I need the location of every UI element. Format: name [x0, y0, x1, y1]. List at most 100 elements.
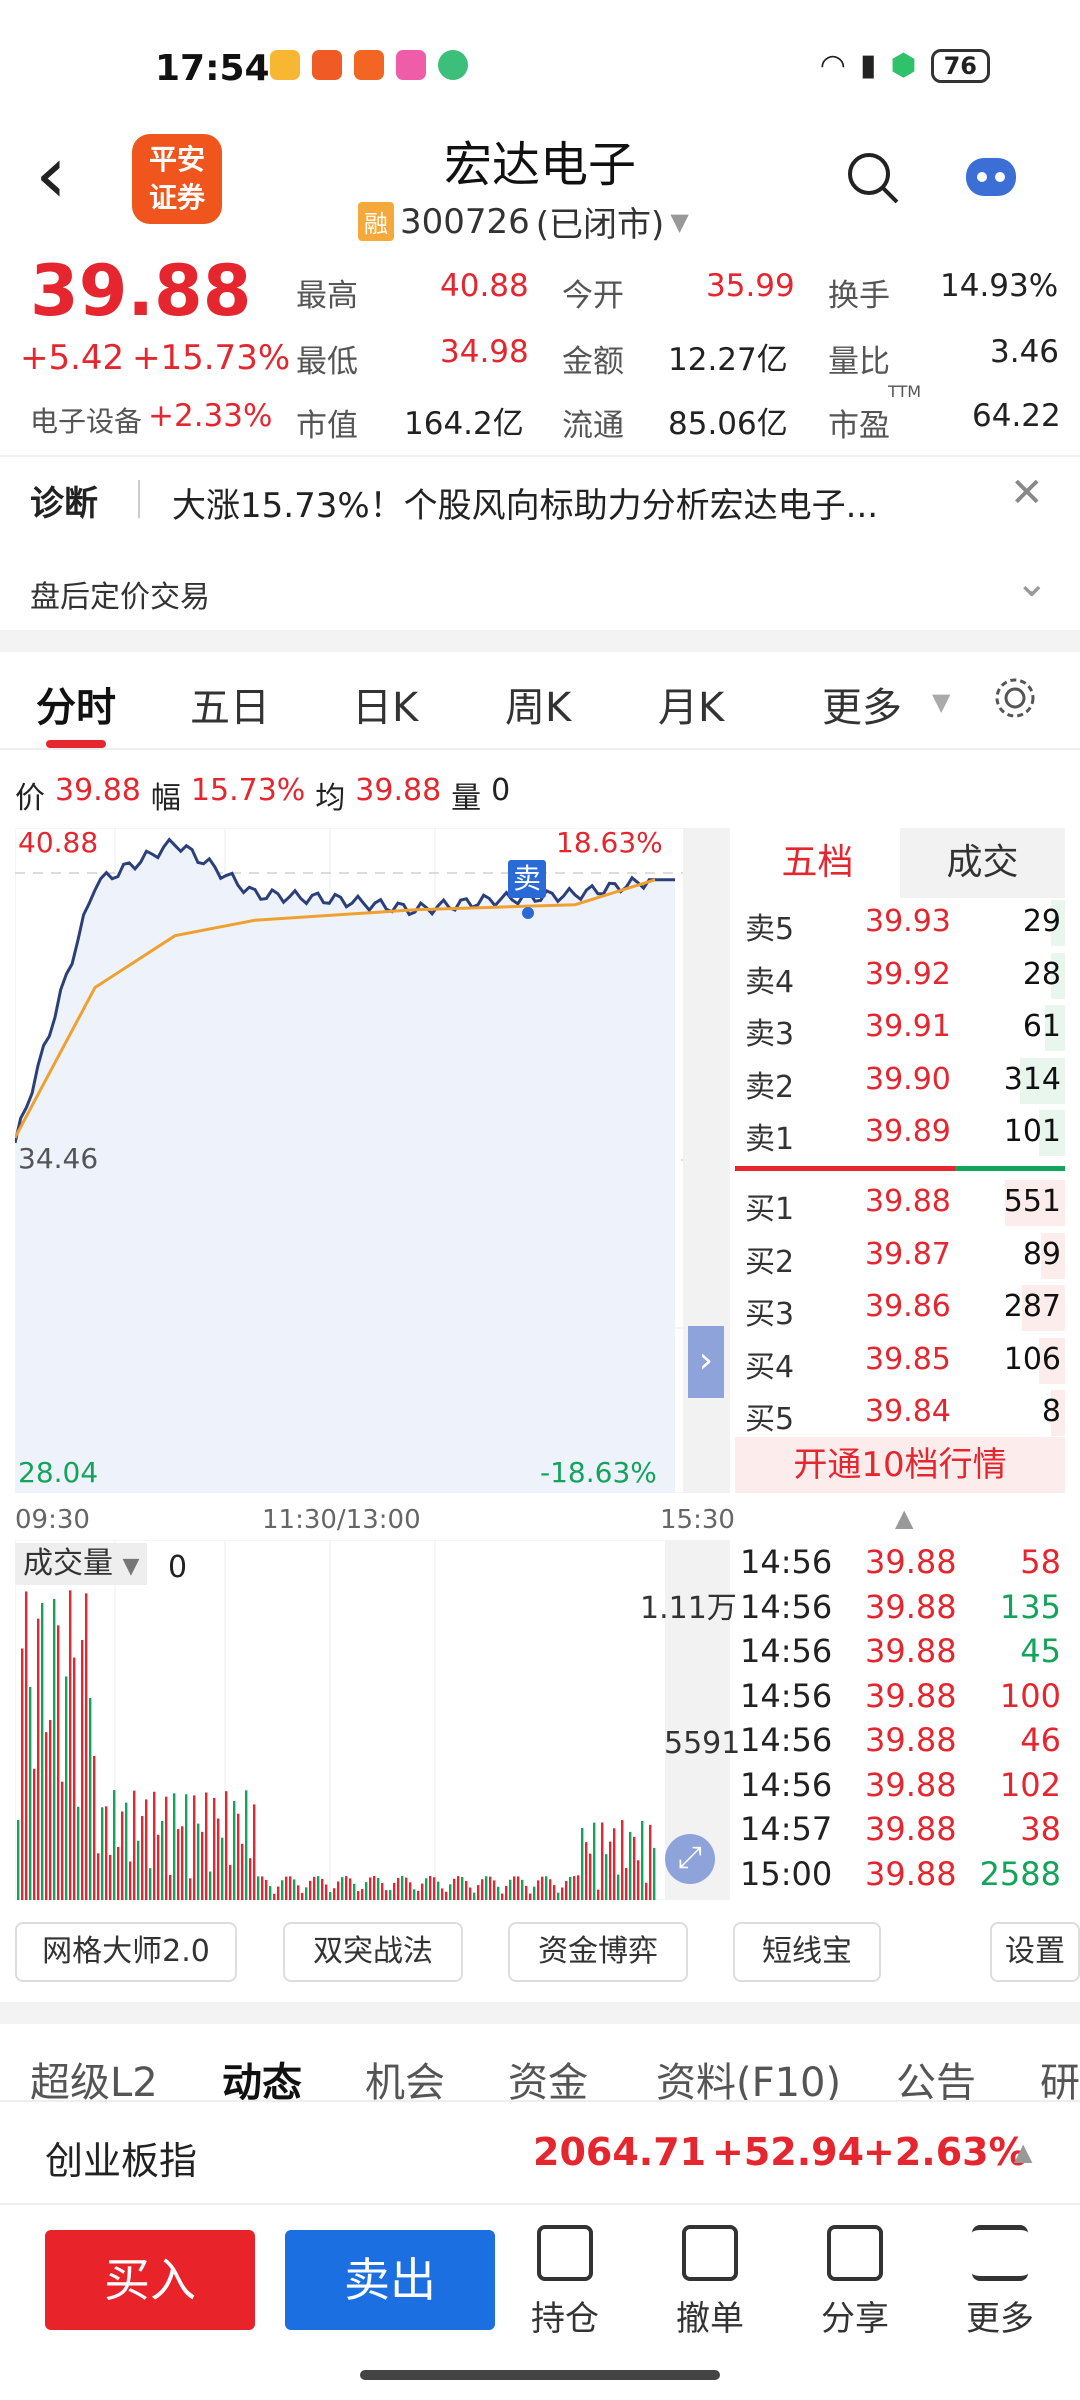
volume-bar [141, 1816, 144, 1900]
tab-five-day[interactable]: 五日 [190, 675, 270, 733]
volume-bar [549, 1879, 552, 1900]
ask-row[interactable]: 卖1 39.89 101 [745, 1108, 1065, 1160]
diagnosis-text[interactable]: 大涨15.73%！个股风向标助力分析宏达电子... [172, 478, 992, 527]
volume-bar [393, 1882, 396, 1900]
buy-button[interactable]: 买入 [45, 2230, 255, 2330]
sell-button[interactable]: 卖出 [285, 2230, 495, 2330]
sector-name[interactable]: 电子设备 [30, 400, 142, 440]
sell-marker[interactable]: 卖 [508, 860, 546, 898]
volume-bar [465, 1880, 468, 1900]
volume-bar [349, 1878, 352, 1900]
app-notification-icon [396, 50, 426, 80]
volume-bar [453, 1878, 456, 1900]
share-button[interactable]: 分享 [805, 2225, 905, 2340]
volume-bar [117, 1846, 120, 1900]
volume-bar [633, 1836, 636, 1900]
search-icon[interactable] [845, 150, 901, 206]
average-value: 39.88 [355, 773, 442, 808]
cancel-order-button[interactable]: 撤单 [660, 2225, 760, 2340]
bid-row[interactable]: 买1 39.88 551 [745, 1178, 1065, 1230]
volume-bar [185, 1794, 188, 1900]
volume-bar [217, 1818, 220, 1900]
chevron-down-icon[interactable]: ⌄ [1015, 560, 1049, 606]
trade-price: 39.88 [865, 1587, 957, 1626]
tool-grid-master[interactable]: 网格大师2.0 [15, 1922, 237, 1982]
level-price: 39.93 [865, 904, 951, 939]
close-icon[interactable]: ✕ [1010, 470, 1044, 516]
volume-bar [297, 1885, 300, 1900]
volume-bar [621, 1820, 624, 1900]
tool-double-breakout[interactable]: 双突战法 [283, 1922, 463, 1982]
stock-code-selector[interactable]: 融 300726 (已闭市) ▼ [358, 197, 689, 246]
index-name: 创业板指 [45, 2139, 198, 2183]
volume-bar [225, 1791, 228, 1900]
holdings-button[interactable]: 持仓 [515, 2225, 615, 2340]
tool-capital-game[interactable]: 资金博弈 [508, 1922, 688, 1982]
fullscreen-icon[interactable]: ⤢ [665, 1834, 715, 1884]
volume-bar [617, 1874, 620, 1900]
volume-indicator-selector[interactable]: 成交量 ▼ [15, 1543, 148, 1585]
tab-intraday[interactable]: 分时 [36, 675, 116, 733]
volume-bar [421, 1883, 424, 1900]
ask-row[interactable]: 卖5 39.93 29 [745, 898, 1065, 950]
tab-trades[interactable]: 成交 [900, 828, 1065, 898]
tab-monthly-k[interactable]: 月K [658, 675, 724, 733]
bid-row[interactable]: 买2 39.87 89 [745, 1231, 1065, 1283]
volume-bar [33, 1768, 36, 1900]
volume-bar [553, 1885, 556, 1900]
volume-bar [301, 1892, 304, 1900]
intraday-chart[interactable] [13, 827, 731, 1494]
scroll-up-icon[interactable]: ▲ [895, 1504, 913, 1532]
volume-bar [593, 1822, 596, 1900]
cancel-order-icon [682, 2225, 738, 2281]
volume-bar [645, 1882, 648, 1900]
level-volume: 314 [1003, 1061, 1061, 1097]
stock-code: 300726 [400, 201, 530, 242]
tool-settings[interactable]: 设置 [990, 1922, 1080, 1982]
volume-chart[interactable] [14, 1539, 731, 1901]
settings-gear-icon[interactable] [992, 675, 1038, 721]
volume-bar [113, 1790, 116, 1900]
ask-row[interactable]: 卖2 39.90 314 [745, 1056, 1065, 1108]
after-hours-trading[interactable]: 盘后定价交易 [30, 572, 210, 616]
robot-assistant-icon[interactable] [962, 150, 1020, 202]
volume-bar [493, 1880, 496, 1900]
tab-weekly-k[interactable]: 周K [505, 675, 571, 733]
bid-row[interactable]: 买3 39.86 287 [745, 1283, 1065, 1335]
tab-more[interactable]: 更多 [822, 675, 902, 733]
ask-row[interactable]: 卖3 39.91 61 [745, 1003, 1065, 1055]
tab-order-book[interactable]: 五档 [735, 828, 900, 898]
level-volume: 106 [1003, 1341, 1061, 1377]
bid-row[interactable]: 买4 39.85 106 [745, 1336, 1065, 1388]
level-label: 买5 [745, 1402, 795, 1437]
tab-daily-k[interactable]: 日K [352, 675, 418, 733]
trade-marker [522, 907, 534, 919]
volume-bar [157, 1834, 160, 1900]
level-label: 买2 [745, 1244, 795, 1280]
chevron-up-icon[interactable]: ▲ [1014, 2138, 1032, 2166]
upgrade-level10-button[interactable]: 开通10档行情 [735, 1437, 1065, 1493]
volume-bar [589, 1853, 592, 1900]
volume-bar [73, 1657, 76, 1900]
more-button[interactable]: 更多 [950, 2225, 1050, 2340]
volume-bar [625, 1867, 628, 1900]
level-volume: 8 [1041, 1394, 1061, 1429]
volume-bar [357, 1891, 360, 1900]
level-volume: 28 [1022, 956, 1061, 992]
level-label: 卖1 [745, 1122, 795, 1157]
volume-bar [441, 1888, 444, 1900]
expand-chart-button[interactable]: › [688, 1326, 724, 1398]
volume-bar [401, 1876, 404, 1900]
index-change-pct: +2.63% [863, 2130, 1027, 2174]
volume-bar [385, 1890, 388, 1900]
level-volume: 61 [1022, 1009, 1061, 1044]
tool-short-term[interactable]: 短线宝 [733, 1922, 881, 1982]
bid-row[interactable]: 买5 39.84 8 [745, 1388, 1065, 1440]
volume-bar [521, 1879, 524, 1900]
volume-bar [605, 1854, 608, 1900]
volume-bar [121, 1811, 124, 1900]
volume-bar [49, 1720, 52, 1900]
volume-bar [597, 1889, 600, 1900]
volume-bar [161, 1820, 164, 1900]
ask-row[interactable]: 卖4 39.92 28 [745, 951, 1065, 1003]
